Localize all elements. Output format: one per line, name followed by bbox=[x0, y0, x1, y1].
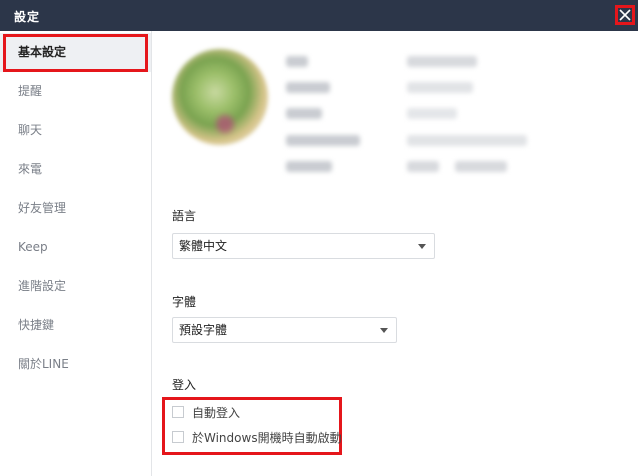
sidebar-item-label: 來電 bbox=[18, 162, 43, 176]
profile-field-label bbox=[286, 135, 360, 146]
sidebar-item-advanced[interactable]: 進階設定 bbox=[0, 267, 151, 306]
sidebar-item-label: Keep bbox=[18, 240, 48, 254]
sidebar-item-label: 提醒 bbox=[18, 84, 43, 98]
close-icon bbox=[619, 9, 631, 21]
language-select-value: 繁體中文 bbox=[179, 239, 228, 253]
close-button[interactable] bbox=[615, 5, 635, 25]
window-title: 設定 bbox=[14, 10, 41, 24]
sidebar-item-label: 關於LINE bbox=[18, 357, 69, 371]
font-heading: 字體 bbox=[172, 295, 197, 309]
settings-content: 語言 繁體中文 字體 預設字體 登入 自動登入 於Windows開機時自動啟動 bbox=[152, 31, 638, 476]
sidebar-item-calls[interactable]: 來電 bbox=[0, 150, 151, 189]
profile-field-label bbox=[286, 161, 332, 172]
language-select[interactable]: 繁體中文 bbox=[172, 233, 435, 259]
auto-start-label: 於Windows開機時自動啟動 bbox=[192, 430, 342, 445]
font-select[interactable]: 預設字體 bbox=[172, 317, 397, 343]
profile-field-value bbox=[455, 161, 507, 172]
profile-field-value bbox=[407, 82, 473, 93]
sidebar-item-shortcuts[interactable]: 快捷鍵 bbox=[0, 306, 151, 345]
chevron-down-icon bbox=[380, 328, 388, 333]
profile-field-value bbox=[407, 108, 457, 119]
sidebar-item-label: 好友管理 bbox=[18, 201, 67, 215]
sidebar-item-notifications[interactable]: 提醒 bbox=[0, 72, 151, 111]
profile-avatar[interactable] bbox=[172, 49, 268, 145]
auto-login-checkbox[interactable] bbox=[172, 406, 184, 418]
profile-field-label bbox=[286, 82, 330, 93]
auto-login-option[interactable]: 自動登入 bbox=[172, 404, 240, 420]
chevron-down-icon bbox=[418, 244, 426, 249]
title-bar: 設定 bbox=[0, 0, 638, 31]
sidebar-item-friends[interactable]: 好友管理 bbox=[0, 189, 151, 228]
sidebar-item-basic-settings[interactable]: 基本設定 bbox=[0, 33, 151, 72]
sidebar-item-label: 進階設定 bbox=[18, 279, 67, 293]
sidebar-item-about[interactable]: 關於LINE bbox=[0, 345, 151, 384]
auto-start-checkbox[interactable] bbox=[172, 431, 184, 443]
auto-start-option[interactable]: 於Windows開機時自動啟動 bbox=[172, 429, 342, 445]
profile-field-value bbox=[407, 135, 527, 146]
font-select-value: 預設字體 bbox=[179, 323, 228, 337]
profile-field-value bbox=[407, 56, 477, 67]
sidebar-item-chat[interactable]: 聊天 bbox=[0, 111, 151, 150]
profile-field-label bbox=[286, 56, 308, 67]
sidebar-item-label: 聊天 bbox=[18, 123, 43, 137]
highlight-box bbox=[3, 34, 148, 72]
login-heading: 登入 bbox=[172, 378, 197, 392]
profile-field-label bbox=[286, 108, 322, 119]
profile-field-value bbox=[407, 161, 439, 172]
sidebar-item-label: 快捷鍵 bbox=[18, 318, 55, 332]
language-heading: 語言 bbox=[172, 209, 197, 223]
sidebar-item-keep[interactable]: Keep bbox=[0, 228, 151, 267]
auto-login-label: 自動登入 bbox=[192, 405, 241, 420]
settings-sidebar: 基本設定 提醒 聊天 來電 好友管理 Keep 進階設定 快捷鍵 關於LINE bbox=[0, 31, 152, 476]
